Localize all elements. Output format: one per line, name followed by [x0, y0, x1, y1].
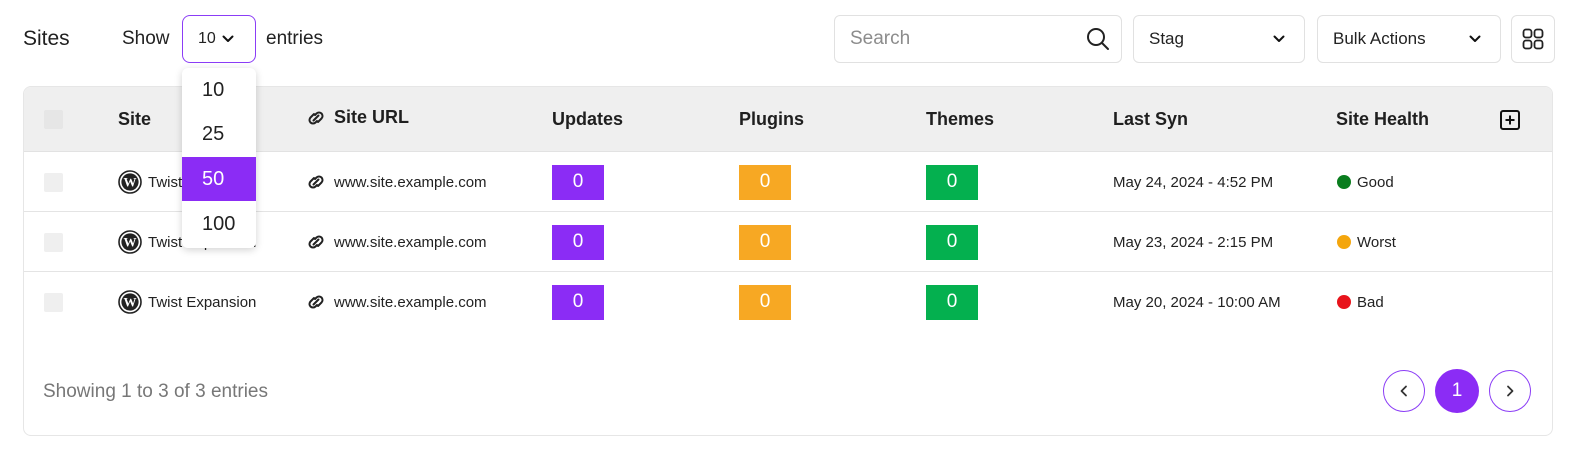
bulk-actions-label: Bulk Actions	[1333, 29, 1426, 48]
wordpress-icon: W	[118, 290, 142, 314]
health-status-dot	[1337, 175, 1351, 189]
row-checkbox[interactable]	[44, 293, 63, 312]
health-status-dot	[1337, 235, 1351, 249]
grid-view-icon	[1522, 28, 1544, 50]
updates-count-badge[interactable]: 0	[552, 224, 604, 260]
column-header-site-health[interactable]: Site Health	[1336, 109, 1429, 130]
site-url-cell[interactable]: www.site.example.com	[304, 152, 487, 212]
column-header-updates[interactable]: Updates	[552, 109, 623, 130]
next-page-button[interactable]	[1489, 370, 1531, 412]
site-name: Twist Expansion	[148, 293, 257, 311]
plugins-count-badge[interactable]: 0	[739, 284, 791, 320]
add-column-icon[interactable]	[1499, 109, 1521, 131]
updates-cell: 0	[552, 212, 604, 272]
site-cell[interactable]: W Twist Expansion	[118, 272, 256, 332]
updates-count-badge[interactable]: 0	[552, 284, 604, 320]
column-header-site-url-label: Site URL	[334, 107, 410, 127]
entries-option-25[interactable]: 25	[182, 112, 256, 156]
health-status-label: Good	[1357, 173, 1394, 191]
plugins-cell: 0	[739, 212, 791, 272]
row-checkbox[interactable]	[44, 233, 63, 252]
page-title: Sites	[23, 27, 70, 50]
select-all-checkbox[interactable]	[44, 110, 63, 129]
plugins-count-badge[interactable]: 0	[739, 224, 791, 260]
entries-per-page-select[interactable]: 10	[182, 15, 256, 63]
themes-count-badge[interactable]: 0	[926, 164, 978, 200]
chevron-right-icon	[1507, 385, 1514, 397]
column-header-last-sync[interactable]: Last Syn	[1113, 109, 1188, 130]
search-box	[834, 15, 1122, 63]
link-icon	[308, 175, 324, 189]
health-status-label: Bad	[1357, 293, 1384, 311]
themes-count-badge[interactable]: 0	[926, 284, 978, 320]
themes-cell: 0	[926, 272, 978, 332]
themes-count-badge[interactable]: 0	[926, 224, 978, 260]
svg-text:W: W	[124, 175, 137, 190]
chevron-down-icon	[1469, 35, 1481, 42]
environment-filter-select[interactable]: Stag	[1133, 15, 1305, 63]
previous-page-button[interactable]	[1383, 370, 1425, 412]
site-health-cell: Worst	[1337, 212, 1396, 272]
entries-option-50[interactable]: 50	[182, 157, 256, 201]
column-header-site-url[interactable]: Site URL	[304, 107, 409, 128]
show-label: Show	[122, 28, 170, 49]
grid-view-button[interactable]	[1511, 15, 1555, 63]
svg-text:W: W	[124, 295, 137, 310]
wordpress-icon: W	[118, 170, 142, 194]
link-icon	[308, 295, 324, 309]
updates-cell: 0	[552, 152, 604, 212]
entries-option-10[interactable]: 10	[182, 68, 256, 112]
entries-label: entries	[266, 28, 324, 49]
last-sync-cell: May 23, 2024 - 2:15 PM	[1113, 233, 1274, 251]
themes-cell: 0	[926, 212, 978, 272]
entries-option-100[interactable]: 100	[182, 202, 256, 246]
table-row: W Twist Expansion www.site.example.com 0…	[24, 272, 1552, 332]
plugins-count-badge[interactable]: 0	[739, 164, 791, 200]
wordpress-icon: W	[118, 230, 142, 254]
updates-count-badge[interactable]: 0	[552, 164, 604, 200]
link-icon	[308, 110, 324, 125]
site-url-cell[interactable]: www.site.example.com	[304, 212, 487, 272]
column-header-themes[interactable]: Themes	[926, 109, 994, 130]
row-checkbox[interactable]	[44, 173, 63, 192]
search-input[interactable]	[835, 19, 1075, 59]
entries-per-page-dropdown: 10 25 50 100	[182, 68, 256, 248]
health-status-dot	[1337, 295, 1351, 309]
chevron-left-icon	[1400, 385, 1407, 397]
link-icon	[308, 235, 324, 249]
svg-text:W: W	[124, 235, 137, 250]
search-icon[interactable]	[1085, 26, 1111, 52]
pagination-info: Showing 1 to 3 of 3 entries	[43, 381, 268, 402]
themes-cell: 0	[926, 152, 978, 212]
site-health-cell: Bad	[1337, 272, 1384, 332]
updates-cell: 0	[552, 272, 604, 332]
plugins-cell: 0	[739, 152, 791, 212]
site-url: www.site.example.com	[334, 173, 487, 191]
column-header-site[interactable]: Site	[118, 109, 151, 130]
site-url: www.site.example.com	[334, 233, 487, 251]
last-sync-cell: May 20, 2024 - 10:00 AM	[1113, 293, 1281, 311]
bulk-actions-select[interactable]: Bulk Actions	[1317, 15, 1501, 63]
column-header-plugins[interactable]: Plugins	[739, 109, 804, 130]
page-button-current[interactable]: 1	[1435, 369, 1479, 413]
plugins-cell: 0	[739, 272, 791, 332]
site-health-cell: Good	[1337, 152, 1394, 212]
environment-filter-value: Stag	[1149, 29, 1184, 48]
site-url: www.site.example.com	[334, 293, 487, 311]
last-sync-cell: May 24, 2024 - 4:52 PM	[1113, 173, 1274, 191]
entries-per-page-value: 10	[198, 30, 216, 47]
health-status-label: Worst	[1357, 233, 1396, 251]
chevron-down-icon	[222, 35, 234, 42]
site-url-cell[interactable]: www.site.example.com	[304, 272, 487, 332]
chevron-down-icon	[1273, 35, 1285, 42]
